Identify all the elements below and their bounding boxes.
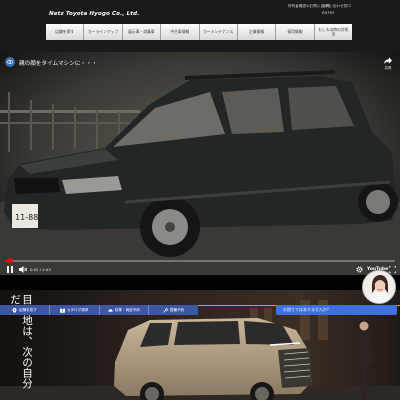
tool-test-drive[interactable]: 試乗・商談予約 — [100, 305, 150, 315]
duration: 2:43 — [42, 267, 51, 272]
util-link-contact[interactable]: お問い合わせ窓口 — [322, 4, 351, 9]
current-time: 0:02 — [30, 267, 39, 272]
tool-catalog[interactable]: カタログ請求 — [50, 305, 100, 315]
share-button[interactable]: 共有 — [384, 57, 392, 70]
tool-label-test-drive: 試乗・商談予約 — [114, 307, 140, 312]
brand-logo[interactable]: Netz Toyota Hyogo Co., Ltd. — [49, 11, 139, 17]
util-link-entry[interactable]: ENTRY — [322, 10, 334, 15]
pin-icon — [12, 307, 17, 313]
video-title[interactable]: 親の顔をタイムマシンに・・・ — [19, 59, 97, 67]
video-controls: 0:02 / 2:43 YouTube — [0, 264, 400, 275]
nav-item-company[interactable]: 企業情報 — [237, 24, 277, 40]
page: Netz Toyota Hyogo Co., Ltd. 所有者確認のお問い合わせ… — [0, 0, 400, 400]
share-icon — [384, 57, 392, 64]
pause-icon[interactable] — [7, 266, 13, 273]
nav-item-lineup[interactable]: カーラインアップ — [84, 24, 123, 40]
svg-text:11-88: 11-88 — [15, 213, 38, 222]
tool-label-maintenance: 整備予約 — [169, 307, 185, 312]
nav-item-maintenance[interactable]: カーメンテナンス — [199, 24, 238, 40]
chat-prompt[interactable]: お困りではありませんか？ — [276, 305, 397, 315]
fullscreen-icon[interactable] — [389, 266, 396, 273]
global-nav: 店舗を探す カーラインアップ 展示車・試乗車 中古車情報 カーメンテナンス 企業… — [46, 24, 352, 40]
quick-tools-bar: 店舗を探す カタログ請求 試乗・商談予約 整備予約 — [0, 305, 198, 315]
mute-icon[interactable] — [19, 266, 27, 273]
nav-item-used-cars[interactable]: 中古車情報 — [161, 24, 200, 40]
nav-item-recruit[interactable]: 採用情報 — [276, 24, 315, 40]
tool-stores[interactable]: 店舗を探す — [0, 305, 50, 315]
tool-maintenance[interactable]: 整備予約 — [149, 305, 198, 315]
nav-item-emergency[interactable]: もしもの時の対処法 — [314, 24, 352, 40]
chat-avatar[interactable] — [362, 270, 396, 304]
tool-label-stores: 店舗を探す — [18, 307, 37, 312]
video-player[interactable]: 11-88 親の顔をタイムマシンに・・・ 共有 0:02 / 2:43 — [0, 52, 400, 275]
progress-bar[interactable] — [5, 258, 395, 263]
channel-avatar[interactable] — [5, 57, 15, 67]
book-icon — [59, 308, 65, 313]
tool-label-catalog: カタログ請求 — [66, 307, 89, 312]
site-header: Netz Toyota Hyogo Co., Ltd. 所有者確認のお問い合わせ… — [0, 0, 400, 52]
car-icon — [108, 309, 113, 313]
settings-gear-icon[interactable] — [356, 266, 363, 273]
time-display: 0:02 / 2:43 — [30, 267, 51, 272]
video-frame: 11-88 — [0, 52, 400, 275]
toyota-logo-icon — [7, 59, 13, 65]
nav-item-showroom[interactable]: 展示車・試乗車 — [122, 24, 162, 40]
nav-item-stores[interactable]: 店舗を探す — [46, 24, 85, 40]
share-label: 共有 — [384, 66, 392, 70]
wrench-icon — [163, 307, 168, 313]
